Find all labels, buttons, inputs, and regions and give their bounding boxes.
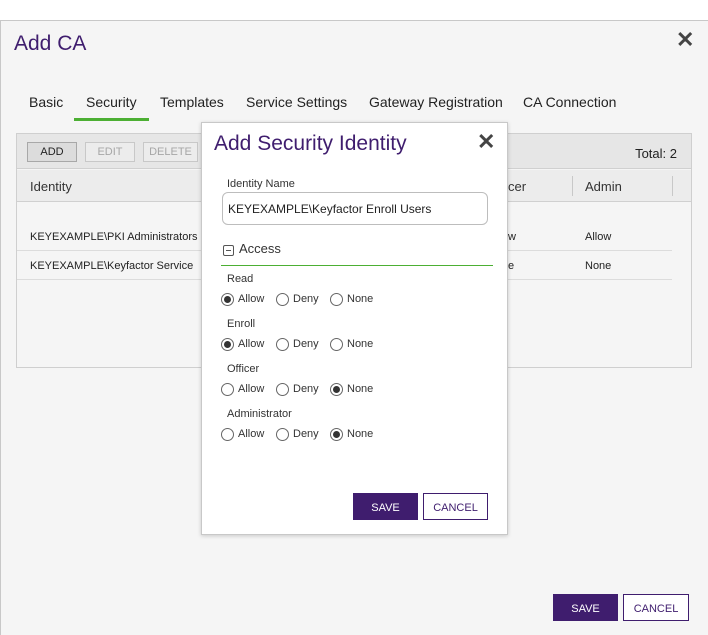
- radio-button-icon: [221, 383, 234, 396]
- radio-button-icon: [276, 383, 289, 396]
- radio-button-icon: [330, 338, 343, 351]
- permission-label-read: Read: [227, 273, 254, 285]
- radio-label: Allow: [238, 293, 265, 305]
- radio-button-icon: [276, 293, 289, 306]
- add-button[interactable]: ADD: [27, 142, 77, 162]
- tab-gateway-registration[interactable]: Gateway Registration: [357, 91, 515, 121]
- radio-button-icon: [221, 428, 234, 441]
- radio-button-icon: [276, 428, 289, 441]
- access-section-title: Access: [239, 241, 281, 256]
- column-separator: [672, 176, 673, 196]
- column-header-identity[interactable]: Identity: [30, 179, 72, 194]
- radio-label: None: [347, 428, 374, 440]
- radio-button-icon: [330, 293, 343, 306]
- radio-button-icon: [221, 293, 234, 306]
- modal-title: Add Security Identity: [214, 132, 407, 155]
- total-count: Total: 2: [635, 146, 677, 161]
- column-separator: [572, 176, 573, 196]
- identity-name-label: Identity Name: [227, 178, 295, 190]
- radio-label: Allow: [238, 383, 265, 395]
- identity-cell: KEYEXAMPLE\Keyfactor Service: [30, 260, 194, 272]
- radio-label: None: [347, 338, 374, 350]
- delete-button[interactable]: DELETE: [143, 142, 198, 162]
- identity-cell: KEYEXAMPLE\PKI Administrators: [30, 231, 198, 243]
- admin-cell: Allow: [585, 231, 612, 243]
- officer-cell: w: [508, 231, 516, 243]
- save-button[interactable]: SAVE: [553, 594, 618, 621]
- tab-security[interactable]: Security: [74, 91, 149, 121]
- identity-name-input[interactable]: [222, 192, 488, 225]
- access-section-header[interactable]: Access: [221, 240, 493, 266]
- radio-label: Deny: [293, 383, 319, 395]
- tab-service-settings[interactable]: Service Settings: [234, 91, 359, 121]
- cancel-button[interactable]: CANCEL: [623, 594, 689, 621]
- radio-label: Allow: [238, 428, 265, 440]
- permission-label-administrator: Administrator: [227, 408, 292, 420]
- radio-button-icon: [330, 383, 343, 396]
- tab-templates[interactable]: Templates: [148, 91, 236, 121]
- tab-basic[interactable]: Basic: [17, 91, 75, 121]
- radio-button-icon: [330, 428, 343, 441]
- add-security-identity-dialog: Add Security Identity ✕ Identity Name Ac…: [201, 122, 508, 535]
- radio-button-icon: [276, 338, 289, 351]
- radio-label: Deny: [293, 428, 319, 440]
- permission-label-officer: Officer: [227, 363, 260, 375]
- dialog-title: Add CA: [14, 32, 87, 55]
- modal-save-button[interactable]: SAVE: [353, 493, 418, 520]
- collapse-icon[interactable]: [223, 245, 234, 256]
- admin-cell: None: [585, 260, 612, 272]
- radio-label: Deny: [293, 293, 319, 305]
- column-header-admin[interactable]: Admin: [585, 179, 622, 194]
- radio-label: None: [347, 293, 374, 305]
- edit-button[interactable]: EDIT: [85, 142, 135, 162]
- radio-label: Deny: [293, 338, 319, 350]
- permission-label-enroll: Enroll: [227, 318, 256, 330]
- radio-button-icon: [221, 338, 234, 351]
- close-icon[interactable]: ✕: [676, 29, 694, 51]
- column-header-officer[interactable]: cer: [508, 179, 526, 194]
- radio-label: None: [347, 383, 374, 395]
- officer-cell: e: [508, 260, 515, 272]
- close-icon[interactable]: ✕: [477, 131, 495, 153]
- modal-cancel-button[interactable]: CANCEL: [423, 493, 488, 520]
- tab-ca-connection[interactable]: CA Connection: [511, 91, 628, 121]
- radio-label: Allow: [238, 338, 265, 350]
